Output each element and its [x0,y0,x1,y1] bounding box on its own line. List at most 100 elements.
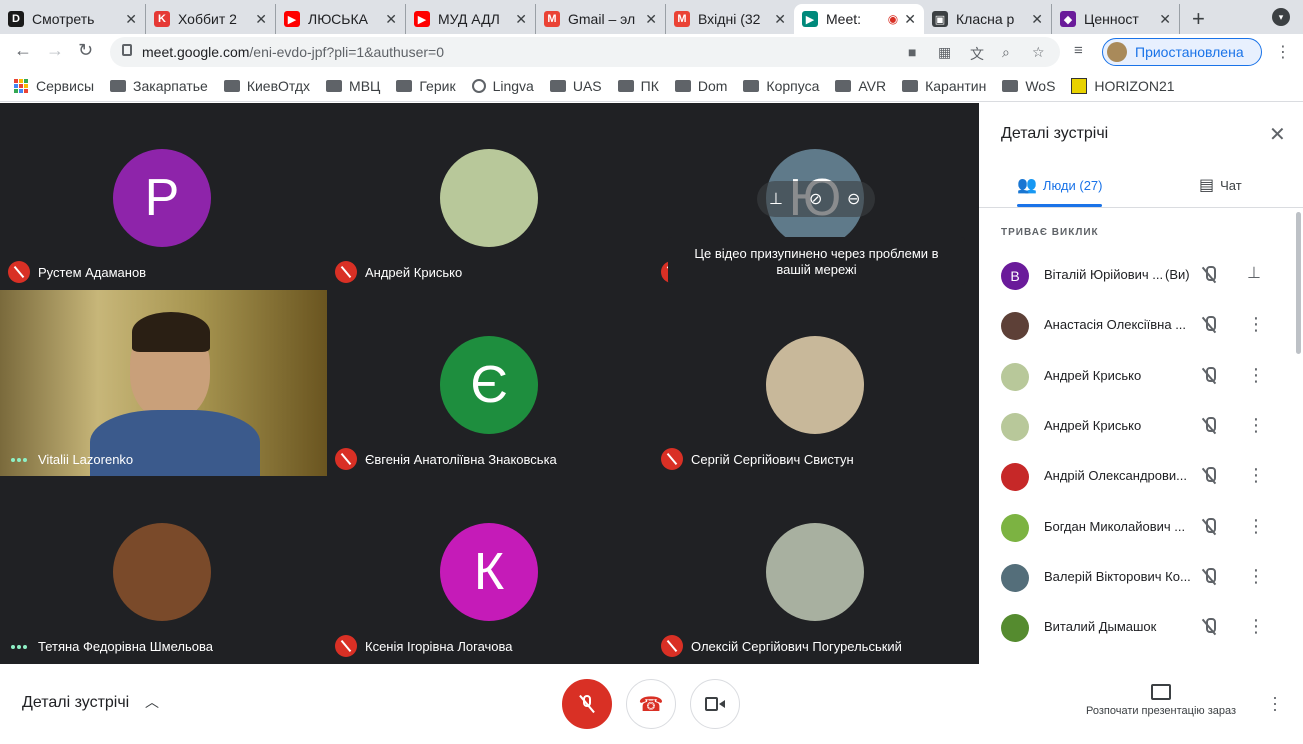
tab-7[interactable]: ▶ Meet: ◉ ✕ [794,4,924,34]
close-icon[interactable]: ✕ [1269,122,1286,147]
tab-2[interactable]: K Хоббит 2 ✕ [146,4,276,34]
browser-tab-strip: D Смотреть ✕ K Хоббит 2 ✕ ▶ ЛЮСЬКА ✕ ▶ МУД АДЛ ✕ M Gm… [0,0,1303,34]
meeting-details-button[interactable]: Деталі зустрічі [22,694,129,712]
tab-4[interactable]: ▶ МУД АДЛ ✕ [406,4,536,34]
participant-tile[interactable]: Vitalii Lazorenko [0,290,327,476]
media-queue-icon[interactable]: ≡ [1074,42,1083,59]
star-icon[interactable]: ☆ [1032,44,1045,61]
close-tab-icon[interactable]: ✕ [125,11,137,28]
close-tab-icon[interactable]: ✕ [1159,11,1171,28]
participant-tile[interactable]: Сергій Сергійович Свистун [653,290,979,476]
bookmark-3[interactable]: КиевОтдх [223,78,310,94]
qr-code-icon[interactable]: ▦ [938,44,951,61]
bookmark-14[interactable]: HORIZON21 [1071,77,1175,94]
participant-row[interactable]: Валерій Вікторович Ко... ⋮ [979,553,1303,603]
tile-hover-controls: ⊥ ⊘ ⊖ [757,181,875,217]
participant-tile[interactable]: Андрей Крисько [327,103,653,289]
mute-icon[interactable]: ⊘ [809,189,822,209]
back-icon[interactable]: ← [14,40,32,61]
zoom-icon[interactable]: ⌕ [1002,44,1010,61]
participant-row[interactable]: Андрей Крисько ⋮ [979,402,1303,452]
close-tab-icon[interactable]: ✕ [1031,11,1043,28]
tab-6[interactable]: M Вхідні (32 ✕ [666,4,794,34]
participant-row[interactable]: Андрей Крисько ⋮ [979,352,1303,402]
mic-off-icon[interactable] [1201,467,1217,485]
participant-tile[interactable]: Є Євгенія Анатоліївна Знаковська [327,290,653,476]
mic-off-icon[interactable] [1201,567,1217,586]
bookmark-1[interactable]: Сервисы [14,78,94,94]
chevron-up-icon[interactable]: ︿ [145,692,159,712]
mic-off-icon[interactable] [1201,266,1217,284]
bookmark-2[interactable]: Закарпатье [110,78,208,94]
participant-row[interactable]: Андрій Олександрови... ⋮ [979,452,1303,502]
mic-off-icon[interactable] [1201,618,1217,636]
more-options-icon[interactable]: · · · [1272,688,1278,718]
participant-row[interactable]: Богдан Миколайович ... ⋮ [979,503,1303,553]
participant-row[interactable]: Анастасія Олексіївна ... ⋮ [979,301,1303,351]
more-vert-icon[interactable]: ⋮ [1247,315,1265,333]
new-tab-button[interactable]: + [1192,6,1205,32]
remove-icon[interactable]: ⊖ [847,189,860,209]
more-vert-icon[interactable]: ⋮ [1247,517,1265,535]
tab-title: Смотреть [32,11,95,27]
mic-off-icon[interactable] [1201,366,1217,385]
more-vert-icon[interactable]: ⋮ [1247,466,1265,484]
tab-people[interactable]: 👥 Люди (27) [1017,175,1103,195]
reload-icon[interactable]: ↻ [78,40,93,61]
bookmark-4[interactable]: МВЦ [326,78,380,94]
microphone-toggle-button[interactable] [562,679,612,729]
camera-icon[interactable]: ■ [908,44,916,60]
bookmark-11[interactable]: AVR [835,78,886,94]
participant-row[interactable]: В Віталій Юрійович ... (Ви) ⊥ [979,251,1303,301]
bookmark-13[interactable]: WoS [1002,78,1055,94]
address-bar[interactable]: meet.google.com/eni-evdo-jpf?pli=1&authu… [110,37,1060,67]
close-tab-icon[interactable]: ✕ [255,11,267,28]
close-tab-icon[interactable]: ✕ [904,11,916,28]
mic-off-icon[interactable] [1201,416,1217,435]
tab-5[interactable]: M Gmail – эл ✕ [536,4,666,34]
hang-up-icon: ☎ [638,693,664,716]
camera-toggle-button[interactable] [690,679,740,729]
bookmark-7[interactable]: UAS [549,78,602,94]
tab-search-icon[interactable]: ▾ [1272,8,1290,26]
present-now-button[interactable]: Розпочати презентацію зараз [1076,684,1246,717]
pin-icon[interactable]: ⊥ [1247,265,1261,283]
tab-1[interactable]: D Смотреть ✕ [0,4,146,34]
tab-favicon-icon: D [8,11,24,27]
tab-chat[interactable]: ▤ Чат [1199,175,1242,195]
close-tab-icon[interactable]: ✕ [385,11,397,28]
profile-button[interactable]: Приостановлена [1102,38,1262,66]
browser-menu-icon[interactable]: ⋮ [1275,42,1291,62]
tab-9[interactable]: ◆ Ценност ✕ [1052,4,1180,34]
bookmark-8[interactable]: ПК [617,78,659,94]
tab-3[interactable]: ▶ ЛЮСЬКА ✕ [276,4,406,34]
participant-name: Андрей Крисько [365,265,463,280]
bookmark-5[interactable]: Герик [396,78,456,94]
participant-tile[interactable]: Р Рустем Адаманов [0,103,326,289]
bookmark-10[interactable]: Корпуса [743,78,819,94]
participant-tile[interactable]: Тетяна Федорівна Шмельова [0,477,326,663]
tab-favicon-icon: ▣ [932,11,948,27]
participant-row[interactable]: Виталий Дымашок ⋮ [979,603,1303,653]
translate-icon[interactable]: 文 [970,44,984,64]
participant-tile[interactable]: Олексій Сергійович Погурельський [653,477,979,663]
close-tab-icon[interactable]: ✕ [645,11,657,28]
bookmark-9[interactable]: Dom [674,78,727,94]
panel-scrollbar[interactable] [1296,212,1301,354]
bookmark-12[interactable]: Карантин [902,78,986,94]
call-controls-bar: Деталі зустрічі ︿ ☎ Розпочати презентаці… [0,664,1303,744]
more-vert-icon[interactable]: ⋮ [1247,617,1265,635]
mic-off-icon[interactable] [1201,316,1217,334]
tab-8[interactable]: ▣ Класна р ✕ [924,4,1052,34]
mic-off-icon[interactable] [1201,517,1217,536]
more-vert-icon[interactable]: ⋮ [1247,416,1265,434]
more-vert-icon[interactable]: ⋮ [1247,567,1265,585]
forward-icon[interactable]: → [46,40,64,61]
leave-call-button[interactable]: ☎ [626,679,676,729]
close-tab-icon[interactable]: ✕ [515,11,527,28]
close-tab-icon[interactable]: ✕ [774,11,786,28]
pin-icon[interactable]: ⊥ [769,189,783,209]
participant-tile[interactable]: К Ксенія Ігорівна Логачова [327,477,653,663]
more-vert-icon[interactable]: ⋮ [1247,366,1265,384]
bookmark-6[interactable]: Lingva [471,78,534,94]
